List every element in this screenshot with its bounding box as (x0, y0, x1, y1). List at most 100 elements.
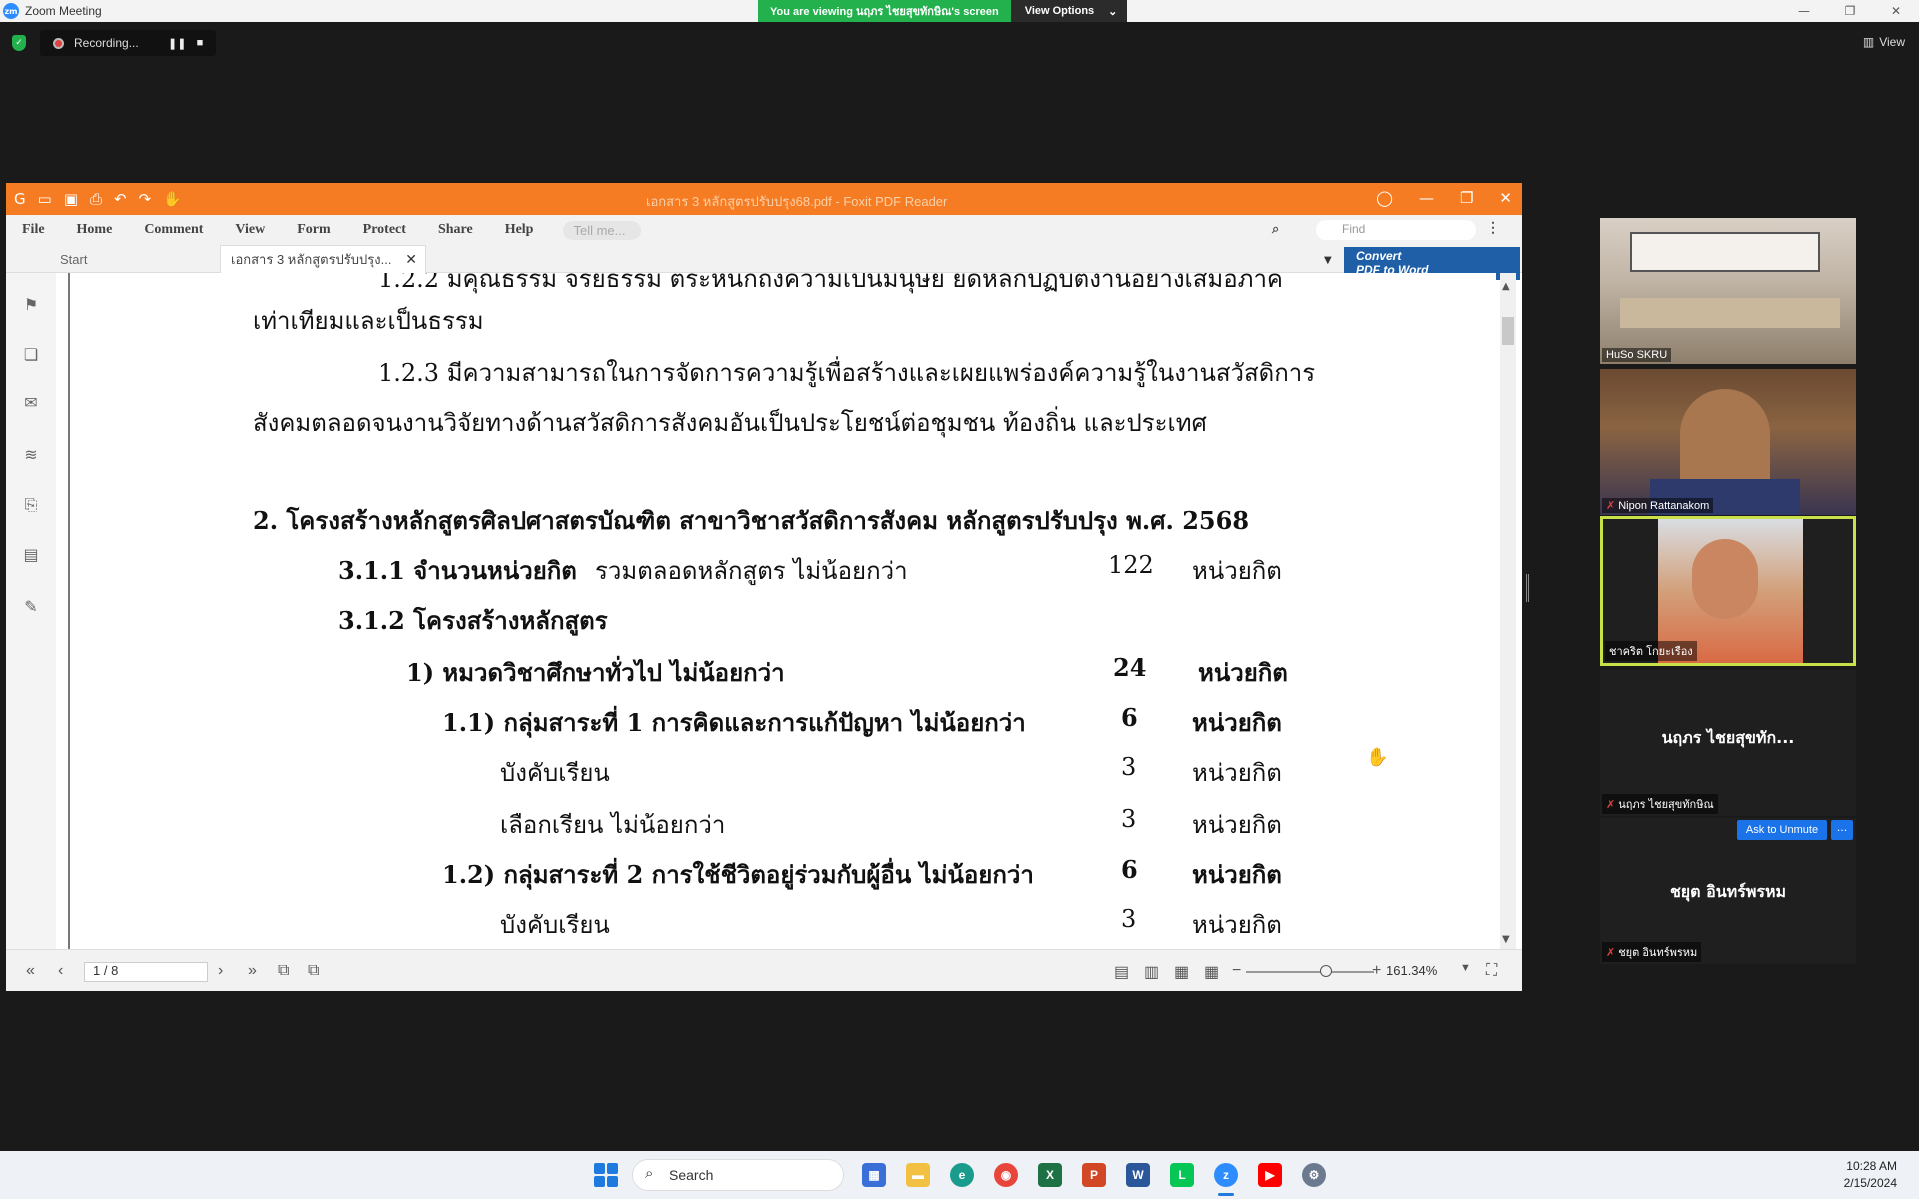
next-page-icon[interactable]: › (218, 962, 223, 980)
rotate-icon[interactable]: ⧉ (278, 962, 289, 980)
continuous-facing-icon[interactable]: ▦ (1204, 962, 1219, 982)
word-icon[interactable]: W (1126, 1163, 1150, 1187)
first-page-icon[interactable]: « (26, 962, 35, 980)
attachment-icon[interactable]: ⎘ (20, 495, 42, 517)
lock-icon[interactable]: ▤ (20, 545, 42, 567)
pages-icon[interactable]: ❏ (20, 345, 42, 367)
youtube-icon[interactable]: ▶ (1258, 1163, 1282, 1187)
system-clock[interactable]: 10:28 AM 2/15/2024 (1844, 1158, 1897, 1192)
shield-icon[interactable]: ✓ (12, 35, 26, 51)
account-icon[interactable]: ◯ (1376, 189, 1393, 207)
scroll-up-icon[interactable]: ▲ (1502, 281, 1510, 292)
signature-icon[interactable]: ✎ (20, 597, 42, 619)
close-button[interactable]: ✕ (1873, 0, 1919, 22)
windows-start-button[interactable] (594, 1163, 618, 1187)
zoom-in-icon[interactable]: + (1372, 962, 1381, 980)
scroll-down-icon[interactable]: ▼ (1502, 934, 1510, 945)
minimize-button[interactable]: — (1781, 0, 1827, 22)
zoom-level[interactable]: 161.34% (1386, 963, 1437, 978)
save-icon[interactable]: ▣ (64, 190, 78, 208)
muted-mic-icon: ✗ (1606, 799, 1616, 811)
continuous-page-icon[interactable]: ▥ (1144, 962, 1159, 982)
edge-icon[interactable]: e (950, 1163, 974, 1187)
active-app-indicator (1218, 1193, 1234, 1196)
pause-recording-button[interactable]: ❚❚ (168, 37, 186, 50)
menu-form[interactable]: Form (281, 222, 346, 238)
participant-tile-active-speaker[interactable]: ชาคริต โกยะเรือง (1600, 516, 1856, 666)
single-page-icon[interactable]: ▤ (1114, 962, 1129, 982)
vertical-scrollbar[interactable]: ▲ ▼ (1500, 273, 1516, 949)
zoom-slider-knob[interactable] (1320, 965, 1332, 977)
document-view[interactable]: 1.2.2 มีคุณธรรม จริยธรรม ตระหนักถึงความเ… (68, 273, 1496, 949)
excel-icon[interactable]: X (1038, 1163, 1062, 1187)
tab-document[interactable]: เอกสาร 3 หลักสูตรปรับปรุง... ✕ (220, 245, 426, 273)
menu-help[interactable]: Help (489, 222, 550, 238)
zoom-out-icon[interactable]: − (1232, 962, 1241, 980)
menu-protect[interactable]: Protect (347, 222, 422, 238)
layers-icon[interactable]: ≋ (20, 445, 42, 467)
menu-home[interactable]: Home (61, 222, 129, 238)
view-button[interactable]: ▥ View (1863, 35, 1905, 49)
tell-me-input[interactable]: Tell me... (563, 220, 642, 240)
view-options-button[interactable]: View Options ⌄ (1010, 0, 1128, 22)
taskbar-search-label: Search (669, 1167, 714, 1183)
doc-line: เท่าเทียมและเป็นธรรม (253, 307, 484, 335)
restore-button[interactable]: ❐ (1827, 0, 1873, 22)
zoom-dropdown-icon[interactable]: ▼ (1460, 962, 1471, 974)
chrome-icon[interactable]: ◉ (994, 1163, 1018, 1187)
fullscreen-icon[interactable]: ⛶ (1486, 962, 1497, 980)
row-value: 6 (1121, 855, 1138, 884)
undo-icon[interactable]: ↶ (114, 190, 127, 208)
menu-share[interactable]: Share (422, 222, 489, 238)
more-options-icon[interactable]: ⋮ (1486, 220, 1500, 237)
search-icon[interactable]: ⌕ (1272, 221, 1279, 237)
zoom-app-icon[interactable]: z (1214, 1163, 1238, 1187)
row-label: 1) หมวดวิชาศึกษาทั่วไป ไม่น้อยกว่า (406, 658, 785, 687)
line-icon[interactable]: L (1170, 1163, 1194, 1187)
redo-icon[interactable]: ↷ (139, 190, 152, 208)
last-page-icon[interactable]: » (248, 962, 257, 980)
tab-start[interactable]: Start (50, 245, 220, 273)
taskbar-search[interactable]: ⌕ Search (632, 1159, 844, 1191)
extract-icon[interactable]: ⧉ (308, 962, 319, 980)
open-folder-icon[interactable]: ▭ (38, 190, 52, 208)
foxit-logo-icon: G (14, 190, 26, 208)
store-icon[interactable]: ▦ (862, 1163, 886, 1187)
ask-to-unmute-button[interactable]: Ask to Unmute (1737, 820, 1827, 840)
menu-comment[interactable]: Comment (128, 222, 219, 238)
zoom-slider[interactable] (1246, 965, 1374, 977)
participant-tile[interactable]: นฤภร ไชยสุขทัก... ✗ นฤภร ไชยสุขทักษิณ (1600, 670, 1856, 816)
panel-resize-handle[interactable] (1526, 574, 1529, 602)
tab-list-icon[interactable]: ▼ (1324, 255, 1332, 266)
facing-page-icon[interactable]: ▦ (1174, 962, 1189, 982)
minimize-button[interactable]: — (1419, 189, 1434, 207)
menu-file[interactable]: File (6, 222, 61, 238)
close-tab-icon[interactable]: ✕ (405, 251, 417, 268)
hand-tool-icon[interactable]: ✋ (163, 190, 182, 208)
viewing-status: You are viewing นฤภร ไชยสุขทักษิณ's scre… (758, 0, 1011, 22)
previous-page-icon[interactable]: ‹ (58, 962, 63, 980)
participant-more-button[interactable]: ··· (1831, 820, 1853, 840)
find-input[interactable]: Find (1316, 220, 1476, 240)
menu-view[interactable]: View (219, 222, 281, 238)
foxit-window: G ▭ ▣ ⎙ ↶ ↷ ✋ เอกสาร 3 หลักสูตรปรับปรุง6… (6, 183, 1522, 991)
taskbar: ⌕ Search ▦ ▬ e ◉ X P W L z ▶ ⚙ 10:28 AM … (0, 1151, 1919, 1199)
page-number-input[interactable]: 1 / 8 (84, 962, 208, 982)
stop-recording-button[interactable]: ■ (192, 37, 208, 49)
powerpoint-icon[interactable]: P (1082, 1163, 1106, 1187)
restore-button[interactable]: ❐ (1460, 189, 1473, 207)
conference-table-image (1620, 298, 1840, 328)
file-explorer-icon[interactable]: ▬ (906, 1163, 930, 1187)
comments-icon[interactable]: ✉ (20, 393, 42, 415)
tab-start-label: Start (60, 251, 88, 267)
participant-name: ✗ นฤภร ไชยสุขทักษิณ (1602, 794, 1718, 814)
close-button[interactable]: ✕ (1499, 189, 1512, 207)
window-controls: — ❐ ✕ (1781, 0, 1919, 22)
participant-tile[interactable]: ✗ Nipon Rattanakom (1600, 369, 1856, 515)
settings-icon[interactable]: ⚙ (1302, 1163, 1326, 1187)
bookmark-icon[interactable]: ⚑ (20, 295, 42, 317)
scrollbar-thumb[interactable] (1502, 317, 1514, 345)
participant-tile[interactable]: HuSo SKRU (1600, 218, 1856, 364)
page-indicator: 1 / 8 (93, 963, 119, 978)
print-icon[interactable]: ⎙ (90, 190, 102, 208)
